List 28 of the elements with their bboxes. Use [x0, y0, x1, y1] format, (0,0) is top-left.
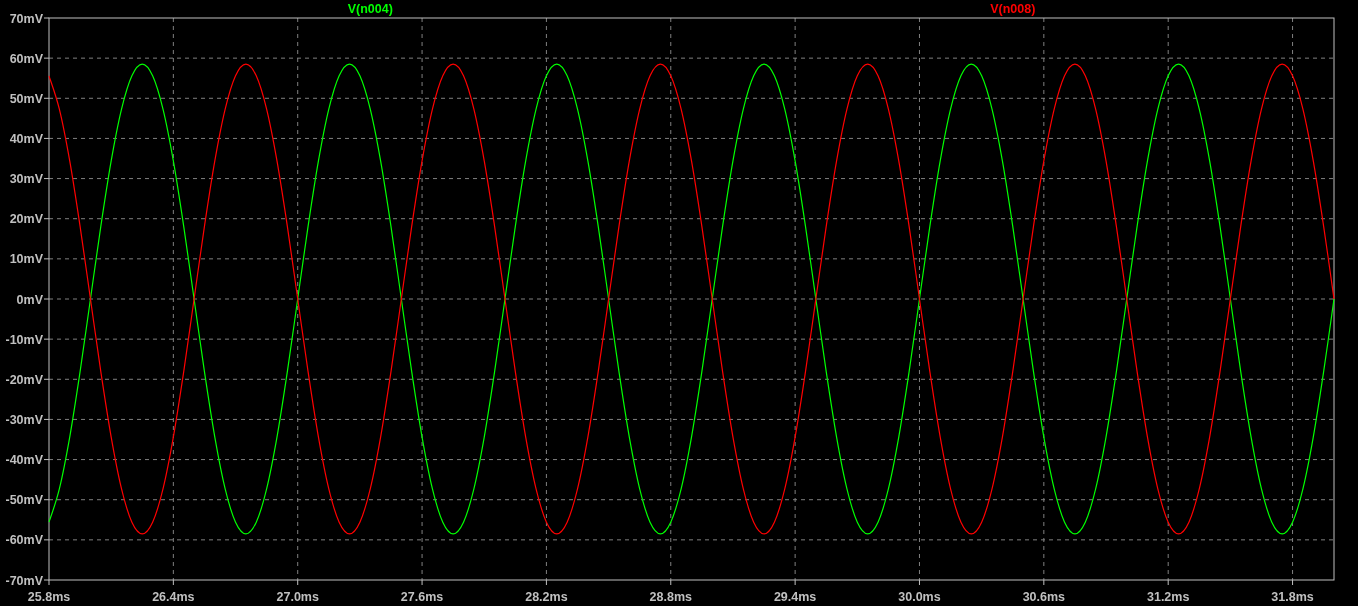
x-axis-tick-label: 27.0ms	[276, 590, 319, 604]
x-axis-tick-label: 30.6ms	[1022, 590, 1066, 604]
y-axis-tick-label: 50mV	[9, 91, 43, 106]
x-axis-tick-label: 31.8ms	[1271, 590, 1314, 604]
y-axis-tick-label: 70mV	[9, 11, 43, 26]
y-axis-tick-label: -60mV	[5, 533, 43, 548]
y-axis-tick-label: -70mV	[5, 573, 43, 588]
x-axis-tick-label: 30.0ms	[898, 590, 941, 604]
y-axis-tick-label: -20mV	[5, 372, 43, 387]
y-axis-tick-label: 20mV	[9, 212, 43, 227]
x-axis-tick-label: 29.4ms	[773, 590, 817, 604]
y-axis-tick-label: 60mV	[9, 51, 43, 66]
x-axis-tick-label: 28.2ms	[525, 590, 568, 604]
trace-label[interactable]: V(n004)	[347, 2, 393, 16]
y-axis-tick-label: 10mV	[9, 252, 43, 267]
y-axis-tick-label: -50mV	[5, 493, 43, 508]
y-axis-tick-label: 30mV	[9, 172, 43, 187]
y-axis-tick-label: -40mV	[5, 453, 43, 468]
trace-label[interactable]: V(n008)	[990, 2, 1036, 16]
y-axis-tick-label: 0mV	[16, 292, 43, 307]
y-axis-tick-label: 40mV	[9, 131, 43, 146]
x-axis-tick-label: 28.8ms	[649, 590, 692, 604]
x-axis-tick-label: 27.6ms	[400, 590, 444, 604]
y-axis-tick-label: -30mV	[5, 412, 43, 427]
x-axis-tick-label: 25.8ms	[27, 590, 71, 604]
x-axis-tick-label: 26.4ms	[152, 590, 195, 604]
y-axis-tick-label: -10mV	[5, 332, 43, 347]
x-axis-tick-label: 31.2ms	[1147, 590, 1190, 604]
